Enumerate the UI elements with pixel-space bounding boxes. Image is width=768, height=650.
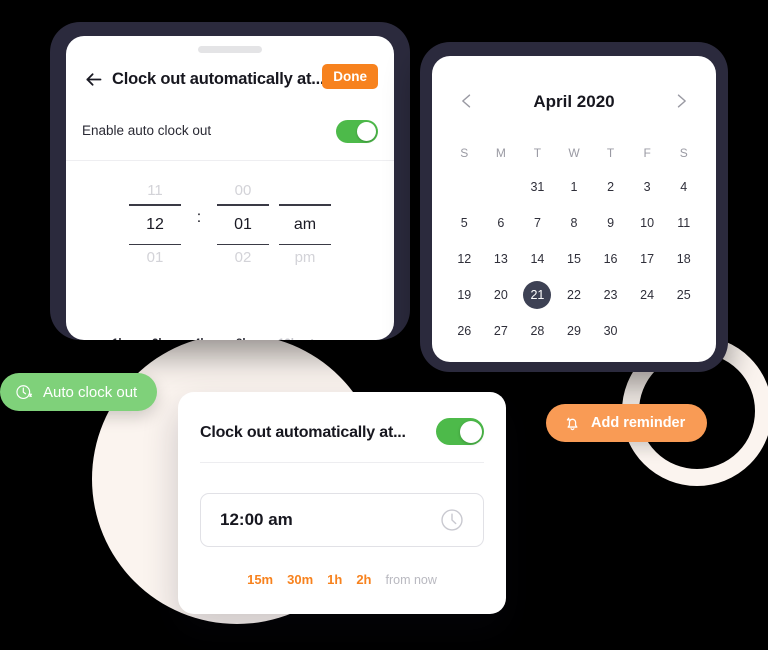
minute-previous-value[interactable]: 00 (235, 178, 252, 204)
card-divider (200, 462, 484, 463)
toggle-knob (459, 420, 482, 443)
calendar-day-29[interactable]: 29 (556, 316, 593, 346)
screen-time-picker: Clock out automatically at... Done Enabl… (66, 36, 394, 340)
hour-previous-value[interactable]: 11 (147, 178, 163, 204)
badge-add-reminder[interactable]: Add reminder (546, 404, 708, 442)
phone-frame-calendar: April 2020 S M T W T F S 31 1 2 3 4 5 6 7 8 9 10 11 12 13 14 1… (420, 42, 728, 372)
quick-pick-4h[interactable]: 4h (194, 338, 207, 340)
hour-next-value[interactable]: 01 (147, 245, 164, 271)
calendar-month-title: April 2020 (533, 92, 615, 111)
quick-pick-12h[interactable]: 12h (278, 338, 298, 340)
weekday-header: M (495, 146, 506, 160)
quick-pick-8h[interactable]: 8h (236, 338, 249, 340)
enable-auto-clock-out-toggle[interactable] (336, 120, 378, 143)
page-title: Clock out automatically at... (112, 69, 325, 88)
calendar-day-17[interactable]: 17 (629, 244, 666, 274)
meridiem-wheel-column[interactable]: am pm (274, 178, 336, 271)
calendar-day-6[interactable]: 6 (483, 208, 520, 238)
auto-clock-out-toggle[interactable] (436, 418, 484, 445)
bottom-card-title: Clock out automatically at... (200, 424, 406, 441)
calendar-day-21[interactable]: 21 (519, 280, 556, 310)
weekday-header: T (606, 146, 615, 160)
calendar-day-19[interactable]: 19 (446, 280, 483, 310)
meridiem-selected-value[interactable]: am (294, 206, 316, 244)
quick-pick-15m[interactable]: 15m (247, 572, 273, 587)
meridiem-next-value[interactable]: pm (295, 245, 316, 271)
enable-auto-clock-out-label: Enable auto clock out (82, 122, 212, 138)
calendar-day-8[interactable]: 8 (556, 208, 593, 238)
calendar-day-27[interactable]: 27 (483, 316, 520, 346)
calendar-day-18[interactable]: 18 (665, 244, 702, 274)
quick-pick-note: from now (385, 573, 437, 587)
screen-calendar: April 2020 S M T W T F S 31 1 2 3 4 5 6 7 8 9 10 11 12 13 14 1… (432, 56, 716, 362)
quick-pick-2h[interactable]: 2h (152, 338, 165, 340)
calendar-empty-cell (483, 172, 520, 202)
colon-label: : (196, 209, 202, 226)
quick-pick-30m[interactable]: 30m (287, 572, 313, 587)
auto-clock-out-card: Clock out automatically at... 12:00 am 1… (178, 392, 506, 614)
badge-auto-clock-out[interactable]: Auto clock out (0, 373, 158, 411)
calendar-day-2[interactable]: 2 (592, 172, 629, 202)
calendar-day-22[interactable]: 22 (556, 280, 593, 310)
badge-add-reminder-label: Add reminder (591, 415, 686, 431)
calendar-day-4[interactable]: 4 (665, 172, 702, 202)
minute-next-value[interactable]: 02 (235, 245, 252, 271)
arrow-left-icon[interactable] (82, 68, 104, 90)
quick-pick-row-bottom: 15m 30m 1h 2h from now (178, 572, 506, 587)
phone-frame-time-picker: Clock out automatically at... Done Enabl… (50, 22, 410, 340)
calendar-day-15[interactable]: 15 (556, 244, 593, 274)
calendar-day-30[interactable]: 30 (592, 316, 629, 346)
chevron-left-icon[interactable] (454, 88, 480, 114)
badge-auto-clock-out-label: Auto clock out (43, 383, 138, 401)
calendar-day-16[interactable]: 16 (592, 244, 629, 274)
bell-reminder-icon (562, 413, 582, 433)
calendar-empty-cell (446, 172, 483, 202)
done-button[interactable]: Done (322, 64, 378, 89)
time-input-field[interactable]: 12:00 am (200, 493, 484, 547)
weekday-header: T (533, 146, 542, 160)
calendar-day-31[interactable]: 31 (519, 172, 556, 202)
calendar-day-10[interactable]: 10 (629, 208, 666, 238)
quick-pick-1h[interactable]: 1h (112, 338, 125, 340)
calendar-day-24[interactable]: 24 (629, 280, 666, 310)
calendar-day-12[interactable]: 12 (446, 244, 483, 274)
hour-wheel-column[interactable]: 11 12 01 (124, 178, 186, 271)
header-divider (66, 160, 394, 161)
calendar-day-25[interactable]: 25 (665, 280, 702, 310)
minute-selected-value[interactable]: 01 (234, 206, 252, 244)
calendar-day-7[interactable]: 7 (519, 208, 556, 238)
calendar-day-11[interactable]: 11 (665, 208, 702, 238)
calendar-day-20[interactable]: 20 (483, 280, 520, 310)
time-separator: : (186, 178, 212, 227)
weekday-header: S (679, 146, 688, 160)
quick-pick-2h[interactable]: 2h (356, 572, 371, 587)
weekday-header: W (568, 146, 580, 160)
quick-pick-1h[interactable]: 1h (327, 572, 342, 587)
time-input-value: 12:00 am (220, 510, 293, 529)
quick-pick-note: from now (310, 338, 355, 340)
clock-icon[interactable] (439, 507, 465, 533)
calendar-day-3[interactable]: 3 (629, 172, 666, 202)
screenshot-stage: Clock out automatically at... Done Enabl… (0, 0, 768, 650)
minute-wheel-column[interactable]: 00 01 02 (212, 178, 274, 271)
calendar-day-5[interactable]: 5 (446, 208, 483, 238)
calendar-day-9[interactable]: 9 (592, 208, 629, 238)
toggle-knob (357, 122, 376, 141)
chevron-right-icon[interactable] (668, 88, 694, 114)
hour-selected-value[interactable]: 12 (146, 206, 164, 244)
calendar-day-14[interactable]: 14 (519, 244, 556, 274)
selected-day-marker: 21 (523, 281, 552, 309)
calendar-day-13[interactable]: 13 (483, 244, 520, 274)
weekday-header: S (460, 146, 469, 160)
weekday-header: F (643, 146, 651, 160)
calendar-day-1[interactable]: 1 (556, 172, 593, 202)
drag-handle (198, 46, 262, 53)
calendar-day-26[interactable]: 26 (446, 316, 483, 346)
calendar-day-28[interactable]: 28 (519, 316, 556, 346)
calendar-day-23[interactable]: 23 (592, 280, 629, 310)
calendar-grid[interactable]: S M T W T F S 31 1 2 3 4 5 6 7 8 9 10 11 12 13 14 15 16 17 18 19 20… (446, 140, 702, 346)
time-wheel-picker[interactable]: 11 12 01 : 00 01 02 am pm (66, 178, 394, 296)
auto-clock-icon (14, 382, 34, 402)
